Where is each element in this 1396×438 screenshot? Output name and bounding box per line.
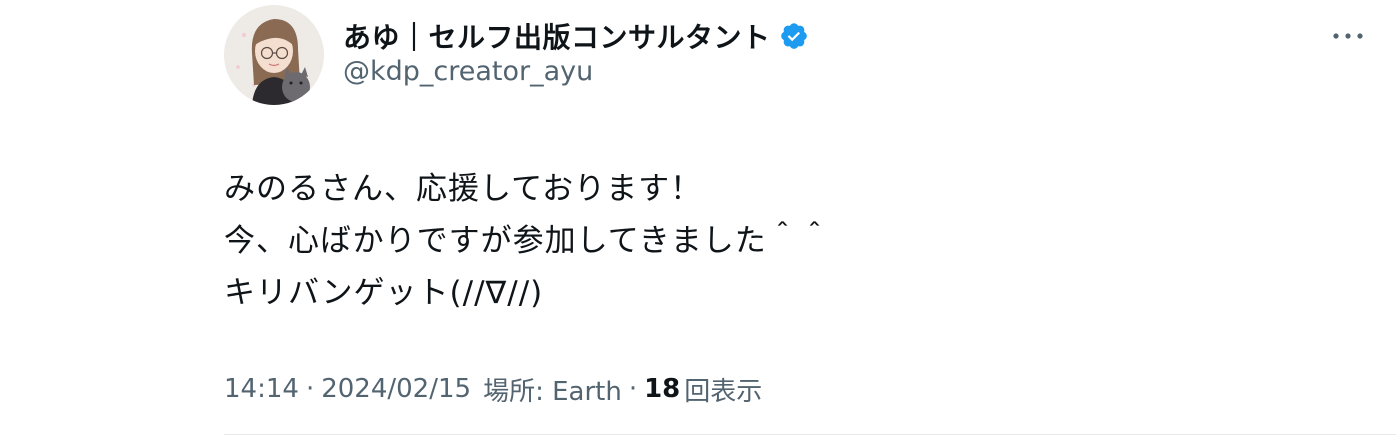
display-name-row: あゆ｜セルフ出版コンサルタント — [343, 14, 809, 58]
more-options-button[interactable] — [1328, 18, 1368, 54]
meta-separator: · — [628, 374, 638, 404]
views-label: 回表示 — [684, 376, 763, 407]
tweet-meta: 14:14 · 2024/02/15 場所: Earth · 18 回表示 — [224, 370, 762, 408]
tweet-location: 場所: Earth — [483, 376, 622, 407]
tweet-card: あゆ｜セルフ出版コンサルタント @kdp_creator_ayu みのるさん、応… — [0, 0, 1396, 438]
tweet-date[interactable]: 2024/02/15 — [321, 374, 471, 404]
tweet-time[interactable]: 14:14 — [224, 374, 299, 404]
avatar-illustration — [224, 5, 324, 105]
meta-separator: · — [305, 374, 315, 404]
verified-badge-icon[interactable] — [779, 21, 809, 51]
avatar[interactable] — [224, 5, 324, 105]
more-horizontal-icon — [1333, 33, 1363, 39]
tweet-text: みのるさん、応援しております！ 今、心ばかりですが参加してきました＾＾ キリバン… — [224, 163, 831, 319]
tweet-text-line: 今、心ばかりですが参加してきました＾＾ — [224, 223, 831, 259]
display-name[interactable]: あゆ｜セルフ出版コンサルタント — [343, 16, 771, 56]
user-handle[interactable]: @kdp_creator_ayu — [343, 56, 593, 87]
tweet-text-line: キリバンゲット(//∇//) — [224, 275, 544, 311]
views-count[interactable]: 18 — [644, 374, 680, 404]
tweet-text-line: みのるさん、応援しております！ — [224, 171, 703, 207]
divider — [224, 434, 1396, 435]
